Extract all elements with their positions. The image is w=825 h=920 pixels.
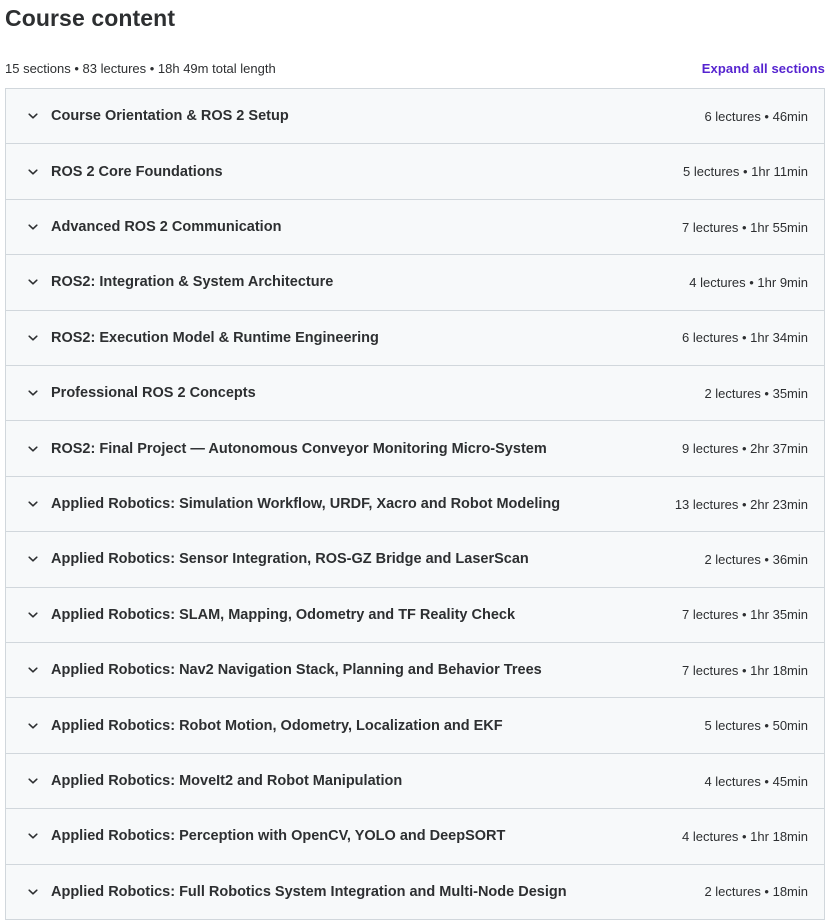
section-title: Applied Robotics: Nav2 Navigation Stack,… <box>51 662 542 679</box>
section-title: ROS2: Execution Model & Runtime Engineer… <box>51 329 379 346</box>
section-meta: 7 lectures • 1hr 18min <box>682 662 808 678</box>
chevron-down-icon <box>27 332 39 344</box>
chevron-down-icon <box>27 886 39 898</box>
section-title: Applied Robotics: SLAM, Mapping, Odometr… <box>51 606 516 623</box>
chevron-down-icon <box>27 664 39 676</box>
course-content-panel: Course content 15 sections • 83 lectures… <box>0 0 825 920</box>
section-meta: 4 lectures • 1hr 9min <box>689 274 808 290</box>
section-header-15[interactable]: Applied Robotics: Full Robotics System I… <box>6 864 824 920</box>
section-title: Professional ROS 2 Concepts <box>51 385 256 402</box>
chevron-down-icon <box>27 110 39 122</box>
chevron-down-icon <box>27 387 39 399</box>
section-header-4[interactable]: ROS2: Integration & System Architecture … <box>6 255 824 311</box>
section-title: ROS 2 Core Foundations <box>51 163 223 180</box>
section-meta: 5 lectures • 1hr 11min <box>683 164 808 180</box>
section-meta: 7 lectures • 1hr 35min <box>682 607 808 623</box>
section-meta: 5 lectures • 50min <box>704 718 808 734</box>
chevron-down-icon <box>27 609 39 621</box>
section-header-13[interactable]: Applied Robotics: MoveIt2 and Robot Mani… <box>6 753 824 810</box>
section-meta: 7 lectures • 1hr 55min <box>682 219 808 235</box>
section-meta: 2 lectures • 35min <box>704 385 808 401</box>
section-title: ROS2: Integration & System Architecture <box>51 274 334 291</box>
section-meta: 2 lectures • 18min <box>704 884 808 900</box>
chevron-down-icon <box>27 276 39 288</box>
chevron-down-icon <box>27 498 39 510</box>
chevron-down-icon <box>27 775 39 787</box>
course-summary: 15 sections • 83 lectures • 18h 49m tota… <box>5 60 276 76</box>
chevron-down-icon <box>27 720 39 732</box>
section-header-10[interactable]: Applied Robotics: SLAM, Mapping, Odometr… <box>6 587 824 644</box>
section-header-1[interactable]: Course Orientation & ROS 2 Setup 6 lectu… <box>6 89 824 145</box>
page-title: Course content <box>5 5 176 31</box>
section-title: Advanced ROS 2 Communication <box>51 219 282 236</box>
section-header-12[interactable]: Applied Robotics: Robot Motion, Odometry… <box>6 698 824 754</box>
section-title: Applied Robotics: Perception with OpenCV… <box>51 828 506 845</box>
section-header-6[interactable]: Professional ROS 2 Concepts 2 lectures •… <box>6 366 824 422</box>
section-title: Applied Robotics: Robot Motion, Odometry… <box>51 717 503 734</box>
section-header-9[interactable]: Applied Robotics: Sensor Integration, RO… <box>6 532 824 588</box>
chevron-down-icon <box>27 166 39 178</box>
section-title: ROS2: Final Project — Autonomous Conveyo… <box>51 440 547 457</box>
section-title: Applied Robotics: Full Robotics System I… <box>51 883 567 900</box>
section-header-7[interactable]: ROS2: Final Project — Autonomous Conveyo… <box>6 421 824 477</box>
chevron-down-icon <box>27 443 39 455</box>
section-meta: 6 lectures • 46min <box>704 108 808 124</box>
section-header-14[interactable]: Applied Robotics: Perception with OpenCV… <box>6 809 824 865</box>
expand-all-button[interactable]: Expand all sections <box>702 61 825 76</box>
sections-list: Course Orientation & ROS 2 Setup 6 lectu… <box>5 88 825 920</box>
section-header-11[interactable]: Applied Robotics: Nav2 Navigation Stack,… <box>6 643 824 699</box>
section-meta: 13 lectures • 2hr 23min <box>674 496 808 512</box>
section-meta: 4 lectures • 45min <box>704 773 808 789</box>
section-title: Applied Robotics: MoveIt2 and Robot Mani… <box>51 773 403 790</box>
chevron-down-icon <box>27 830 39 842</box>
section-title: Course Orientation & ROS 2 Setup <box>51 108 289 125</box>
section-header-8[interactable]: Applied Robotics: Simulation Workflow, U… <box>6 476 824 533</box>
section-meta: 6 lectures • 1hr 34min <box>682 330 808 346</box>
section-title: Applied Robotics: Sensor Integration, RO… <box>51 551 529 568</box>
section-title: Applied Robotics: Simulation Workflow, U… <box>51 496 561 513</box>
chevron-down-icon <box>27 221 39 233</box>
summary-row: 15 sections • 83 lectures • 18h 49m tota… <box>5 58 825 78</box>
section-header-3[interactable]: Advanced ROS 2 Communication 7 lectures … <box>6 199 824 256</box>
chevron-down-icon <box>27 553 39 565</box>
section-header-5[interactable]: ROS2: Execution Model & Runtime Engineer… <box>6 310 824 367</box>
section-meta: 4 lectures • 1hr 18min <box>682 828 808 844</box>
section-meta: 9 lectures • 2hr 37min <box>682 441 808 457</box>
section-header-2[interactable]: ROS 2 Core Foundations 5 lectures • 1hr … <box>6 144 824 200</box>
section-meta: 2 lectures • 36min <box>704 551 808 567</box>
